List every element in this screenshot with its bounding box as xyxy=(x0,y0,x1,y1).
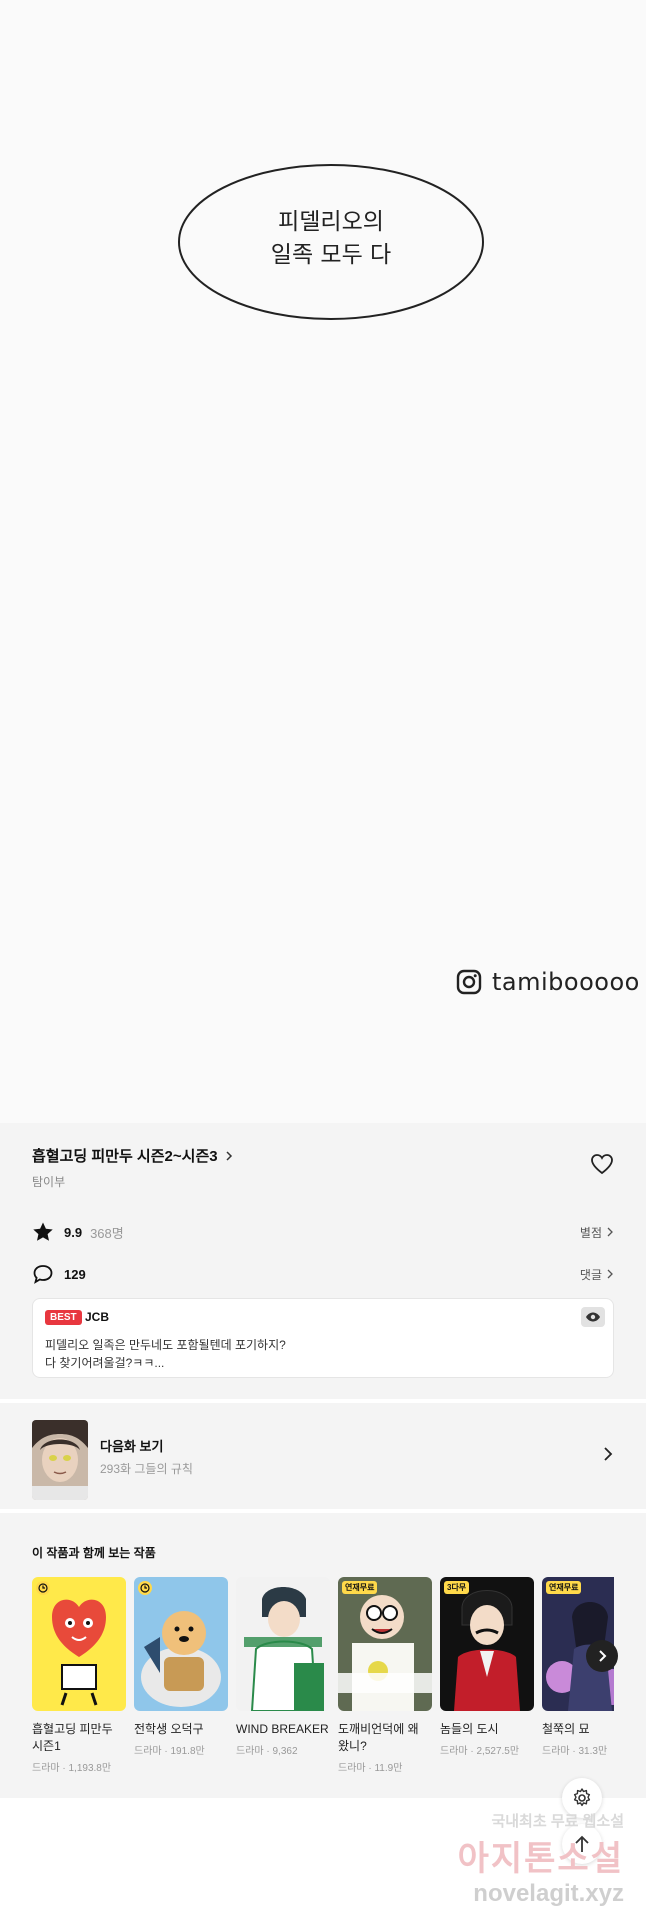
episode-info-panel: 흡혈고딩 피만두 시즌2~시즌3 탐이부 9.9 368명 별점 129 댓글 xyxy=(0,1123,646,1798)
recommendations-carousel: 흡혈고딩 피만두 시즌1 드라마 · 1,193.8만 전학생 오덕구 드라마 … xyxy=(32,1577,614,1777)
next-episode-thumbnail xyxy=(32,1420,88,1500)
next-episode-title: 다음화 보기 xyxy=(100,1439,164,1454)
free-serial-badge: 연재무료 xyxy=(342,1581,378,1594)
star-icon xyxy=(33,1222,53,1241)
recommendations-heading: 이 작품과 함께 보는 작품 xyxy=(32,1546,156,1560)
rating-link[interactable]: 별점 xyxy=(580,1224,614,1241)
series-title-link[interactable]: 흡혈고딩 피만두 시즌2~시즌3 xyxy=(32,1145,234,1166)
next-episode-subtitle: 293화 그들의 규칙 xyxy=(100,1462,193,1476)
next-episode-card[interactable]: 다음화 보기 293화 그들의 규칙 xyxy=(0,1399,646,1513)
chevron-right-icon xyxy=(607,1269,613,1279)
clock-icon xyxy=(138,1581,152,1595)
gear-icon xyxy=(573,1788,591,1807)
speech-bubble-icon xyxy=(33,1265,53,1284)
best-comment-user: JCB xyxy=(85,1310,110,1324)
character-portrait-image xyxy=(32,1420,88,1500)
recommendation-title: 놈들의 도시 xyxy=(440,1722,499,1736)
recommendation-title: WIND BREAKER xyxy=(236,1722,329,1736)
chevron-right-icon xyxy=(226,1150,232,1161)
chevron-right-icon xyxy=(599,1650,607,1662)
recommendation-thumbnail xyxy=(32,1577,126,1711)
series-title: 흡혈고딩 피만두 시즌2~시즌3 xyxy=(32,1148,218,1165)
series-author[interactable]: 탐이부 xyxy=(32,1173,65,1190)
eye-icon xyxy=(586,1312,600,1322)
clock-icon xyxy=(36,1581,50,1595)
recommendation-meta: 드라마 · 31.3만 xyxy=(542,1746,608,1757)
bubble-line-1: 피델리오의 xyxy=(278,209,384,235)
cover-image xyxy=(32,1577,126,1711)
like-button[interactable] xyxy=(590,1153,614,1180)
recommendation-meta: 드라마 · 11.9만 xyxy=(338,1763,403,1774)
comment-count: 129 xyxy=(64,1266,86,1282)
best-comment-line-1: 피델리오 일족은 만두네도 포함될텐데 포기하지? xyxy=(45,1338,286,1352)
carousel-next-button[interactable] xyxy=(586,1640,618,1672)
cover-image xyxy=(236,1577,330,1711)
best-comment-text: 피델리오 일족은 만두네도 포함될텐데 포기하지? 다 찾기어려울걸?ㅋㅋ... xyxy=(45,1336,286,1372)
recommendation-thumbnail: 연재무료 xyxy=(338,1577,432,1711)
comment-link[interactable]: 댓글 xyxy=(580,1266,614,1283)
recommendation-meta: 드라마 · 9,362 xyxy=(236,1746,298,1757)
chevron-right-icon xyxy=(604,1447,613,1461)
instagram-watermark: tamibooooo xyxy=(456,968,640,996)
speech-bubble: 피델리오의 일족 모두 다 xyxy=(176,162,486,322)
recommendation-thumbnail xyxy=(236,1577,330,1711)
recommendation-meta: 드라마 · 1,193.8만 xyxy=(32,1763,112,1774)
best-badge: BEST xyxy=(45,1310,82,1325)
recommendation-title: 전학생 오덕구 xyxy=(134,1722,204,1736)
speech-bubble-text: 피델리오의 일족 모두 다 xyxy=(176,206,486,272)
heart-icon xyxy=(591,1154,613,1175)
recommendation-item[interactable]: WIND BREAKER 드라마 · 9,362 xyxy=(236,1577,330,1757)
comic-panel: 피델리오의 일족 모두 다 tamibooooo xyxy=(0,0,646,1123)
recommendation-thumbnail: 3다무 xyxy=(440,1577,534,1711)
recommendation-meta: 드라마 · 191.8만 xyxy=(134,1746,205,1757)
cover-image xyxy=(338,1577,432,1711)
cover-image xyxy=(134,1577,228,1711)
recommendation-title: 흡혈고딩 피만두 시즌1 xyxy=(32,1722,113,1753)
site-watermark-name: 아지톤소설 xyxy=(457,1840,624,1878)
rating-score: 9.9 xyxy=(64,1224,83,1240)
comment-row: 129 댓글 xyxy=(32,1263,614,1285)
recommendation-item[interactable]: 연재무료 도깨비언덕에 왜 왔니? 드라마 · 11.9만 xyxy=(338,1577,432,1774)
rating-row: 9.9 368명 별점 xyxy=(32,1221,614,1243)
comment-link-label: 댓글 xyxy=(579,1267,602,1282)
best-comment-card[interactable]: BEST JCB 피델리오 일족은 만두네도 포함될텐데 포기하지? 다 찾기어… xyxy=(32,1298,614,1378)
site-watermark: 국내최초 무료 웹소설 아지톤소설 novelagit.xyz xyxy=(440,1810,646,1920)
recommendation-title: 철쭉의 묘 xyxy=(542,1722,590,1736)
site-watermark-tagline: 국내최초 무료 웹소설 xyxy=(491,1813,624,1830)
recommendation-meta: 드라마 · 2,527.5만 xyxy=(440,1746,520,1757)
recommendation-item[interactable]: 3다무 놈들의 도시 드라마 · 2,527.5만 xyxy=(440,1577,534,1757)
instagram-icon xyxy=(456,969,482,995)
cover-image xyxy=(440,1577,534,1711)
spoiler-toggle-button[interactable] xyxy=(581,1307,605,1327)
bubble-line-2: 일족 모두 다 xyxy=(270,242,392,268)
site-watermark-url: novelagit.xyz xyxy=(473,1880,624,1907)
free-serial-badge: 연재무료 xyxy=(546,1581,582,1594)
wait-free-badge: 3다무 xyxy=(444,1581,470,1594)
instagram-handle: tamibooooo xyxy=(492,968,640,996)
rating-count: 368명 xyxy=(90,1225,124,1241)
recommendation-title: 도깨비언덕에 왜 왔니? xyxy=(338,1722,419,1753)
recommendation-thumbnail xyxy=(134,1577,228,1711)
rating-link-label: 별점 xyxy=(579,1225,602,1240)
recommendation-item[interactable]: 흡혈고딩 피만두 시즌1 드라마 · 1,193.8만 xyxy=(32,1577,126,1774)
chevron-right-icon xyxy=(607,1227,613,1237)
best-comment-line-2: 다 찾기어려울걸?ㅋㅋ... xyxy=(45,1356,165,1370)
recommendation-item[interactable]: 전학생 오덕구 드라마 · 191.8만 xyxy=(134,1577,228,1757)
